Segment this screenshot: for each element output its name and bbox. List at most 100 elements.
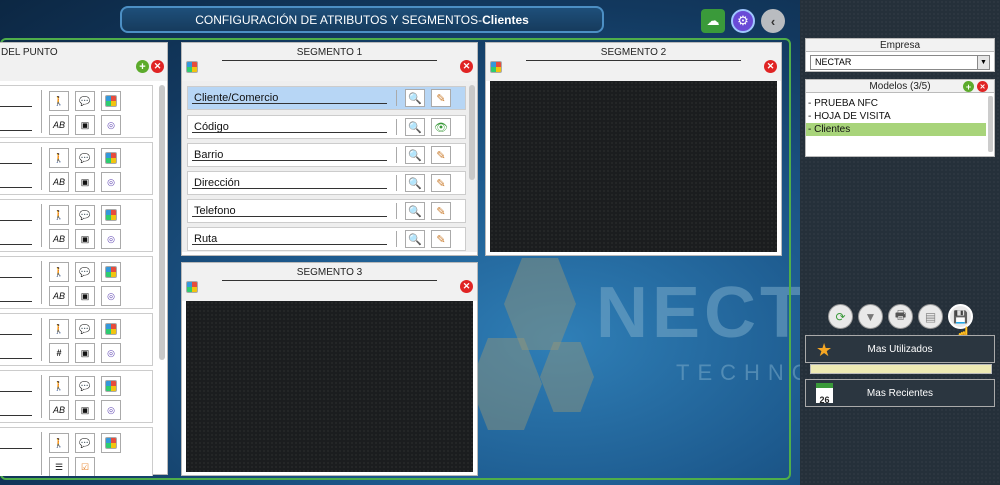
type-icon[interactable]: AB (49, 400, 69, 420)
search-icon[interactable]: 🔍 (405, 230, 425, 248)
type-icon[interactable]: AB (49, 172, 69, 192)
filter-icon[interactable]: ▼ (858, 304, 883, 329)
palette-icon[interactable] (490, 61, 502, 73)
required-icon[interactable]: 🚶 (49, 433, 69, 453)
attribute-row[interactable]: 🚶 💬 AB ▣ ◎ (0, 85, 153, 138)
close-icon[interactable]: ✕ (151, 60, 164, 73)
image-icon[interactable]: ▣ (75, 229, 95, 249)
attribute-row[interactable]: 🚶 💬 # ▣ ◎ (0, 313, 153, 366)
circle-icon[interactable]: ◎ (101, 229, 121, 249)
circle-icon[interactable]: ◎ (101, 400, 121, 420)
comment-icon[interactable]: 💬 (75, 376, 95, 396)
close-icon[interactable]: ✕ (977, 81, 988, 92)
back-chevron-icon[interactable]: ‹ (761, 9, 785, 33)
mas-recientes-button[interactable]: 26 Mas Recientes (805, 379, 995, 407)
circle-icon[interactable]: ◎ (101, 286, 121, 306)
scrollbar[interactable] (159, 85, 165, 360)
palette-icon[interactable] (101, 433, 121, 453)
empresa-select[interactable]: NECTAR ▼ (810, 55, 990, 70)
comment-icon[interactable]: 💬 (75, 91, 95, 111)
circle-icon[interactable]: ◎ (101, 115, 121, 135)
segment-field-row[interactable]: Dirección 🔍 ✎ (187, 171, 466, 195)
type-icon[interactable]: # (49, 343, 69, 363)
segment-field-row[interactable]: Telefono 🔍 ✎ (187, 199, 466, 223)
empresa-label: Empresa (806, 39, 994, 52)
palette-icon[interactable] (101, 319, 121, 339)
edit-pencil-icon[interactable]: ✎ (431, 230, 451, 248)
circle-icon[interactable]: ◎ (101, 343, 121, 363)
search-icon[interactable]: 🔍 (405, 174, 425, 192)
type-icon[interactable]: AB (49, 229, 69, 249)
required-icon[interactable]: 🚶 (49, 205, 69, 225)
scrollbar[interactable] (469, 85, 475, 180)
mas-utilizados-list[interactable] (810, 364, 992, 374)
palette-icon[interactable] (101, 205, 121, 225)
search-icon[interactable]: 🔍 (405, 118, 425, 136)
attribute-row[interactable]: 🚶 💬 AB ▣ ◎ (0, 256, 153, 309)
palette-icon[interactable] (186, 61, 198, 73)
palette-icon[interactable] (101, 91, 121, 111)
edit-pencil-icon[interactable]: ✎ (431, 146, 451, 164)
required-icon[interactable]: 🚶 (49, 148, 69, 168)
comment-icon[interactable]: 💬 (75, 148, 95, 168)
settings-gear-icon[interactable]: ⚙ (731, 9, 755, 33)
palette-icon[interactable] (101, 148, 121, 168)
close-icon[interactable]: ✕ (764, 60, 777, 73)
chevron-down-icon[interactable]: ▼ (977, 56, 989, 69)
required-icon[interactable]: 🚶 (49, 319, 69, 339)
add-icon[interactable]: + (963, 81, 974, 92)
close-icon[interactable]: ✕ (460, 280, 473, 293)
attribute-row[interactable]: 🚶 💬 AB ▣ ◎ (0, 370, 153, 423)
segment-drop-area[interactable] (490, 81, 777, 252)
image-icon[interactable]: ▣ (75, 400, 95, 420)
model-item[interactable]: - HOJA DE VISITA (806, 110, 986, 123)
search-icon[interactable]: 🔍 (405, 146, 425, 164)
comment-icon[interactable]: 💬 (75, 205, 95, 225)
segment-field-row[interactable]: Cliente/Comercio 🔍 ✎ (187, 86, 466, 110)
attribute-row[interactable]: 🚶 💬 AB ▣ ◎ (0, 199, 153, 252)
image-icon[interactable]: ▣ (75, 115, 95, 135)
required-icon[interactable]: 🚶 (49, 376, 69, 396)
image-icon[interactable]: ▣ (75, 343, 95, 363)
required-icon[interactable]: 🚶 (49, 91, 69, 111)
segment-field-list: Cliente/Comercio 🔍 ✎ Código 🔍 👁 Barrio 🔍… (182, 81, 477, 252)
image-icon[interactable]: ▣ (75, 286, 95, 306)
device-sync-icon[interactable]: ☁ (701, 9, 725, 33)
document-icon[interactable]: ▤ (918, 304, 943, 329)
edit-pencil-icon[interactable]: ✎ (431, 202, 451, 220)
circle-icon[interactable]: ◎ (101, 172, 121, 192)
type-icon[interactable]: AB (49, 115, 69, 135)
attribute-list: 🚶 💬 AB ▣ ◎ 🚶 💬 AB ▣ ◎ 🚶 💬 AB ▣ ◎ 🚶 💬 AB … (0, 85, 155, 476)
search-icon[interactable]: 🔍 (405, 89, 425, 107)
close-icon[interactable]: ✕ (460, 60, 473, 73)
segment-field-row[interactable]: Ruta 🔍 ✎ (187, 227, 466, 251)
search-icon[interactable]: 🔍 (405, 202, 425, 220)
segment-field-row[interactable]: Código 🔍 👁 (187, 115, 466, 139)
refresh-icon[interactable]: ⟳ (828, 304, 853, 329)
add-icon[interactable]: + (136, 60, 149, 73)
comment-icon[interactable]: 💬 (75, 319, 95, 339)
segment-field-row[interactable]: Barrio 🔍 ✎ (187, 143, 466, 167)
image-icon[interactable]: ▣ (75, 172, 95, 192)
mas-utilizados-button[interactable]: ★ Mas Utilizados (805, 335, 995, 363)
segment-drop-area[interactable] (186, 301, 473, 472)
eye-icon[interactable]: 👁 (431, 118, 451, 136)
check-icon[interactable]: ☑ (75, 457, 95, 476)
palette-icon[interactable] (186, 281, 198, 293)
comment-icon[interactable]: 💬 (75, 433, 95, 453)
edit-pencil-icon[interactable]: ✎ (431, 89, 451, 107)
required-icon[interactable]: 🚶 (49, 262, 69, 282)
comment-icon[interactable]: 💬 (75, 262, 95, 282)
panel-segmento-3: SEGMENTO 3 ✕ (181, 262, 478, 476)
model-item[interactable]: - PRUEBA NFC (806, 97, 986, 110)
type-icon[interactable]: AB (49, 286, 69, 306)
list-icon[interactable]: ☰ (49, 457, 69, 476)
print-icon[interactable]: 🖶 (888, 304, 913, 329)
palette-icon[interactable] (101, 262, 121, 282)
scrollbar[interactable] (988, 96, 993, 152)
edit-pencil-icon[interactable]: ✎ (431, 174, 451, 192)
attribute-row[interactable]: 🚶 💬 AB ▣ ◎ (0, 142, 153, 195)
model-item-selected[interactable]: - Clientes (806, 123, 986, 136)
attribute-row[interactable]: 🚶 💬 ☰ ☑ (0, 427, 153, 476)
palette-icon[interactable] (101, 376, 121, 396)
